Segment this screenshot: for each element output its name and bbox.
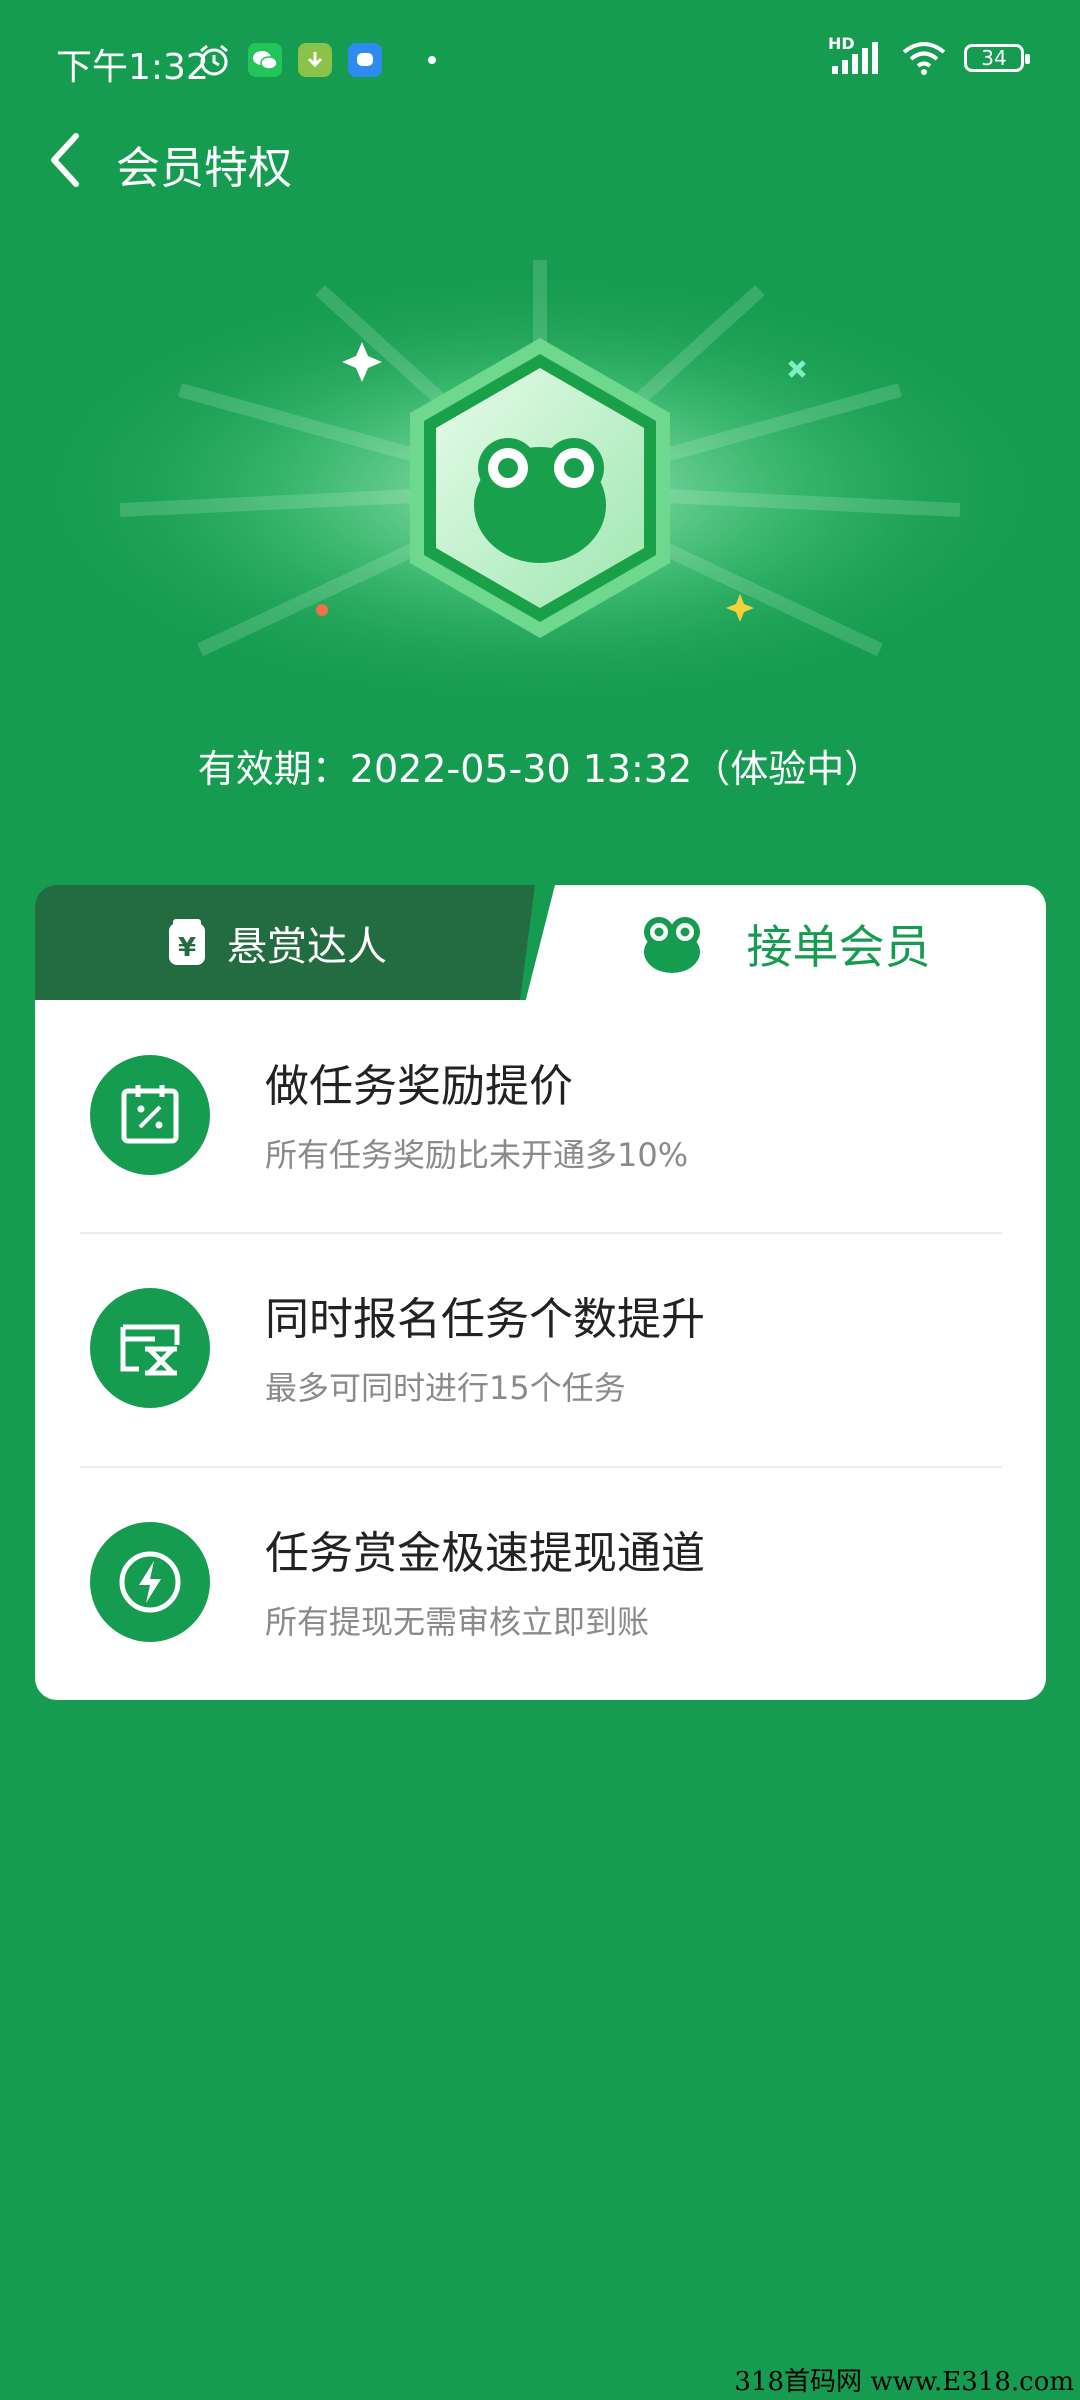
benefit-subtitle: 最多可同时进行15个任务 bbox=[265, 1369, 626, 1407]
battery-indicator: 34 bbox=[964, 44, 1030, 72]
discount-calendar-icon bbox=[90, 1055, 210, 1175]
status-time: 下午1:32 bbox=[56, 47, 209, 88]
benefit-title: 任务赏金极速提现通道 bbox=[265, 1528, 705, 1579]
frog-icon bbox=[643, 917, 700, 973]
battery-level: 34 bbox=[981, 46, 1007, 70]
validity-text: 有效期：2022-05-30 13:32（体验中） bbox=[197, 747, 883, 791]
benefits-list: 做任务奖励提价 所有任务奖励比未开通多10% 同时报名任务个数提升 最多可同时进… bbox=[35, 1000, 1046, 1700]
watermark-text: 318首码网 www.E318.com bbox=[734, 2367, 1074, 2397]
membership-badge-hero bbox=[20, 260, 1060, 700]
back-arrow-icon[interactable] bbox=[40, 130, 100, 190]
benefit-title: 做任务奖励提价 bbox=[265, 1061, 573, 1112]
benefit-item-fast-withdraw: 任务赏金极速提现通道 所有提现无需审核立即到账 bbox=[35, 1467, 1046, 1700]
notification-icons bbox=[196, 42, 436, 78]
app-header: 会员特权 bbox=[0, 120, 1080, 200]
chat-app-icon bbox=[348, 43, 382, 77]
benefit-subtitle: 所有提现无需审核立即到账 bbox=[265, 1603, 650, 1641]
tab-bounty-expert[interactable]: ¥ 悬赏达人 bbox=[35, 885, 535, 1000]
hourglass-card-icon bbox=[90, 1288, 210, 1408]
wechat-icon bbox=[248, 43, 282, 77]
tab-bounty-expert-label: 悬赏达人 bbox=[227, 923, 387, 970]
alarm-icon bbox=[200, 44, 228, 76]
benefit-title: 同时报名任务个数提升 bbox=[265, 1294, 705, 1345]
status-right: HD 34 bbox=[828, 34, 1030, 76]
download-icon bbox=[298, 43, 332, 77]
benefits-card: ¥ 悬赏达人 接单会员 做任务奖励提价 所有任务奖励比未开通多10% 同时报名任… bbox=[35, 885, 1046, 1700]
bounty-bag-icon: ¥ bbox=[169, 918, 205, 965]
benefit-item-reward-raise: 做任务奖励提价 所有任务奖励比未开通多10% bbox=[35, 1000, 1046, 1233]
page-title: 会员特权 bbox=[116, 143, 292, 194]
tab-order-member[interactable]: 接单会员 bbox=[525, 885, 1046, 1003]
more-notifications-dot bbox=[428, 56, 436, 64]
signal-icon: HD bbox=[828, 34, 884, 76]
status-bar: 下午1:32 HD 34 bbox=[0, 0, 1080, 120]
lightning-icon bbox=[90, 1522, 210, 1642]
tab-order-member-label: 接单会员 bbox=[746, 920, 931, 974]
benefit-subtitle: 所有任务奖励比未开通多10% bbox=[265, 1136, 689, 1174]
svg-text:¥: ¥ bbox=[178, 933, 196, 963]
wifi-icon bbox=[902, 42, 946, 75]
benefit-item-task-limit: 同时报名任务个数提升 最多可同时进行15个任务 bbox=[35, 1233, 1046, 1466]
dot-decoration bbox=[316, 604, 328, 616]
